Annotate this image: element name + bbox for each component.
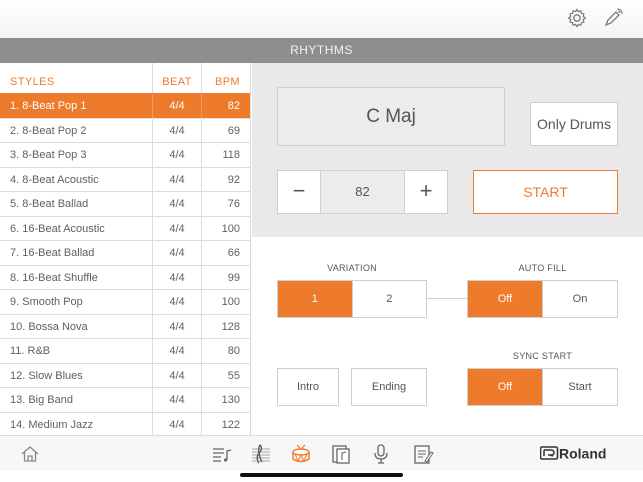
style-name: 6. 16-Beat Acoustic <box>10 222 105 235</box>
style-row[interactable]: 3. 8-Beat Pop 3 4/4 118 <box>0 142 250 167</box>
style-bpm: 69 <box>227 124 240 137</box>
style-beat: 4/4 <box>169 100 185 112</box>
style-beat: 4/4 <box>169 296 185 308</box>
style-name: 14. Medium Jazz <box>10 418 94 431</box>
tempo-stepper: − 82 + <box>277 170 448 214</box>
style-bpm: 130 <box>221 394 240 406</box>
page-title: RHYTHMS <box>0 38 643 63</box>
start-button[interactable]: START <box>473 170 618 214</box>
style-name: 13. Big Band <box>10 394 73 406</box>
styles-list: STYLES BEAT BPM 1. 8-Beat Pop 1 4/4 82 2. 8… <box>0 63 251 435</box>
style-name: 9. Smooth Pop <box>10 296 83 308</box>
style-bpm: 92 <box>227 173 240 186</box>
style-row[interactable]: 2. 8-Beat Pop 2 4/4 69 <box>0 117 250 142</box>
notepad-icon[interactable] <box>412 443 434 465</box>
style-bpm: 66 <box>227 247 240 259</box>
top-bar <box>0 0 643 38</box>
only-drums-button[interactable]: Only Drums <box>530 102 618 146</box>
style-bpm: 99 <box>227 271 240 284</box>
style-row[interactable]: 10. Bossa Nova 4/4 128 <box>0 313 250 338</box>
intro-button[interactable]: Intro <box>277 368 339 406</box>
gear-icon[interactable] <box>566 7 588 29</box>
style-row[interactable]: 4. 8-Beat Acoustic 4/4 92 <box>0 166 250 191</box>
style-row[interactable]: 11. R&B 4/4 80 <box>0 338 250 363</box>
auto-fill-selector: Off On <box>467 280 618 318</box>
style-row[interactable]: 9. Smooth Pop 4/4 100 <box>0 289 250 314</box>
style-bpm: 128 <box>221 320 240 333</box>
tempo-value[interactable]: 82 <box>321 171 404 213</box>
variation-2-button[interactable]: 2 <box>351 281 427 317</box>
style-name: 2. 8-Beat Pop 2 <box>10 124 87 137</box>
style-beat: 4/4 <box>169 369 185 382</box>
ending-button[interactable]: Ending <box>351 368 427 406</box>
style-row[interactable]: 1. 8-Beat Pop 1 4/4 82 <box>0 93 250 118</box>
style-bpm: 100 <box>221 296 240 308</box>
style-name: 1. 8-Beat Pop 1 <box>10 100 87 112</box>
style-bpm: 80 <box>227 345 240 357</box>
style-name: 3. 8-Beat Pop 3 <box>10 149 87 161</box>
roland-logo: Roland <box>540 446 606 462</box>
sync-start-label: SYNC START <box>512 351 573 361</box>
style-name: 4. 8-Beat Acoustic <box>10 173 99 186</box>
style-beat: 4/4 <box>169 124 185 137</box>
style-row[interactable]: 13. Big Band 4/4 130 <box>0 387 250 412</box>
style-beat: 4/4 <box>169 345 185 357</box>
auto-fill-label: AUTO FILL <box>518 263 567 273</box>
style-bpm: 55 <box>227 369 240 382</box>
style-row[interactable]: 7. 16-Beat Ballad 4/4 66 <box>0 240 250 265</box>
home-indicator[interactable] <box>240 473 403 477</box>
sync-start-selector: Off Start <box>467 368 618 406</box>
variation-selector: 1 2 <box>277 280 427 318</box>
tempo-decrease-button[interactable]: − <box>278 171 321 213</box>
style-row[interactable]: 5. 8-Beat Ballad 4/4 76 <box>0 191 250 216</box>
style-bpm: 100 <box>221 222 240 235</box>
style-beat: 4/4 <box>169 149 185 161</box>
style-name: 8. 16-Beat Shuffle <box>10 271 98 284</box>
style-beat: 4/4 <box>169 394 185 406</box>
style-name: 12. Slow Blues <box>10 369 83 382</box>
style-name: 11. R&B <box>10 345 51 357</box>
style-row[interactable]: 6. 16-Beat Acoustic 4/4 100 <box>0 215 250 240</box>
style-beat: 4/4 <box>169 173 185 186</box>
style-beat: 4/4 <box>169 247 185 259</box>
style-row[interactable]: 12. Slow Blues 4/4 55 <box>0 362 250 387</box>
rhythm-drum-icon[interactable] <box>290 443 312 465</box>
sync-start-start-button[interactable]: Start <box>542 369 617 405</box>
style-name: 7. 16-Beat Ballad <box>10 247 95 259</box>
style-name: 10. Bossa Nova <box>10 320 88 333</box>
style-beat: 4/4 <box>169 222 185 235</box>
style-bpm: 118 <box>222 149 240 161</box>
style-beat: 4/4 <box>169 320 185 333</box>
chord-display[interactable]: C Maj <box>277 87 505 146</box>
style-bpm: 82 <box>227 100 240 112</box>
style-bpm: 76 <box>227 198 240 210</box>
style-beat: 4/4 <box>169 418 185 431</box>
microphone-icon[interactable] <box>370 443 392 465</box>
style-row[interactable]: 8. 16-Beat Shuffle 4/4 99 <box>0 264 250 289</box>
variation-1-button[interactable]: 1 <box>278 281 352 317</box>
style-bpm: 122 <box>221 418 240 431</box>
auto-fill-off-button[interactable]: Off <box>468 281 542 317</box>
list-header: STYLES BEAT BPM <box>0 63 250 93</box>
playlist-icon[interactable] <box>211 443 233 465</box>
svg-text:Roland: Roland <box>559 446 606 462</box>
style-name: 5. 8-Beat Ballad <box>10 198 89 210</box>
auto-fill-on-button[interactable]: On <box>542 281 617 317</box>
pen-bluetooth-icon[interactable] <box>602 7 624 29</box>
variation-label: VARIATION <box>327 263 377 273</box>
home-icon[interactable] <box>19 443 41 465</box>
sync-start-off-button[interactable]: Off <box>468 369 542 405</box>
tempo-increase-button[interactable]: + <box>404 171 447 213</box>
songbook-icon[interactable] <box>330 443 352 465</box>
score-icon[interactable] <box>250 443 272 465</box>
style-row[interactable]: 14. Medium Jazz 4/4 122 <box>0 411 250 435</box>
style-beat: 4/4 <box>169 271 185 284</box>
style-beat: 4/4 <box>169 198 185 210</box>
connector-line <box>427 298 467 299</box>
